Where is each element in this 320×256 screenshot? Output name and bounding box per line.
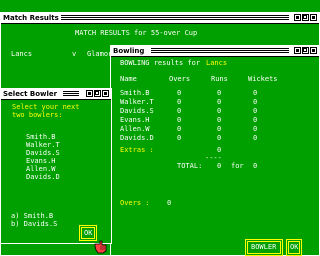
choice-b: b) Davids.S: [11, 220, 58, 228]
match-heading: MATCH RESULTS for 55-over Cup: [75, 29, 198, 37]
table-row: Davids.D 0 0 0: [111, 134, 319, 143]
bowling-team: Lancs: [206, 59, 228, 67]
close-button[interactable]: [102, 90, 109, 97]
minimize-button[interactable]: [86, 90, 93, 97]
extras-label: Extras :: [120, 146, 154, 154]
bowler-overs: 0: [177, 89, 182, 97]
select-ok-button[interactable]: OK: [79, 225, 97, 241]
bowling-table: Smith.B 0 0 0 Walker.T 0 0 0 Davids.S 0 …: [111, 89, 319, 145]
bowling-title: Bowling: [113, 47, 147, 56]
bowler-runs: 0: [217, 89, 222, 97]
bowler-overs: 0: [177, 125, 182, 133]
list-item[interactable]: Davids.D: [26, 173, 60, 182]
bowler-runs: 0: [217, 98, 222, 106]
select-ok-label: OK: [84, 229, 93, 237]
table-row: Evans.H 0 0 0: [111, 116, 319, 125]
table-row: Smith.B 0 0 0: [111, 89, 319, 98]
bowler-wickets: 0: [253, 89, 258, 97]
total-wickets: 0: [253, 162, 258, 170]
pointing-hand-icon: [94, 240, 107, 254]
minimize-button[interactable]: [294, 47, 301, 54]
bowling-window: Bowling BOWLING results for Lancs Name O…: [110, 45, 320, 256]
minimize-button[interactable]: [294, 14, 301, 21]
total-runs: 0: [217, 162, 222, 170]
ok-button-label: OK: [290, 243, 299, 251]
overs-label: Overs :: [120, 199, 150, 207]
table-row: Davids.S 0 0 0: [111, 107, 319, 116]
header-wickets: Wickets: [248, 75, 278, 83]
bowler-overs: 0: [177, 107, 182, 115]
bowling-titlebar[interactable]: Bowling: [111, 46, 319, 57]
select-bowler-window: Select Bowler Select your next two bowle…: [0, 88, 112, 244]
bowler-name: Davids.D: [120, 134, 154, 142]
header-name: Name: [120, 75, 137, 83]
total-label: TOTAL:: [177, 162, 203, 170]
select-bowler-title: Select Bowler: [3, 90, 60, 99]
bowler-overs: 0: [177, 116, 182, 124]
bowling-results-label: BOWLING results for: [120, 59, 201, 67]
bowler-button-label: BOWLER: [251, 243, 277, 251]
bowler-name: Allen.W: [120, 125, 150, 133]
bowler-wickets: 0: [253, 125, 258, 133]
match-results-titlebar[interactable]: Match Results: [1, 13, 319, 24]
maximize-button[interactable]: [302, 14, 309, 21]
total-for-label: for: [231, 162, 244, 170]
select-prompt-line2: two bowlers:: [12, 111, 63, 119]
bowler-runs: 0: [217, 107, 222, 115]
bowler-runs: 0: [217, 116, 222, 124]
table-row: Allen.W 0 0 0: [111, 125, 319, 134]
select-bowler-titlebar[interactable]: Select Bowler: [1, 89, 111, 100]
overs-value: 0: [167, 199, 172, 207]
bowler-overs: 0: [177, 98, 182, 106]
bowler-overs: 0: [177, 134, 182, 142]
bowler-list: Smith.B Walker.T Davids.S Evans.H Allen.…: [26, 133, 96, 187]
maximize-button[interactable]: [302, 47, 309, 54]
close-button[interactable]: [310, 47, 317, 54]
bowler-name: Evans.H: [120, 116, 150, 124]
close-button[interactable]: [310, 14, 317, 21]
bowler-wickets: 0: [253, 98, 258, 106]
maximize-button[interactable]: [94, 90, 101, 97]
ok-button[interactable]: OK: [286, 239, 302, 256]
bowler-name: Smith.B: [120, 89, 150, 97]
bowler-wickets: 0: [253, 116, 258, 124]
bowler-wickets: 0: [253, 134, 258, 142]
bowler-name: Walker.T: [120, 98, 154, 106]
table-row: Walker.T 0 0 0: [111, 98, 319, 107]
bowler-button[interactable]: BOWLER: [245, 239, 283, 256]
bowler-wickets: 0: [253, 107, 258, 115]
header-runs: Runs: [211, 75, 228, 83]
vs-label: v: [72, 50, 77, 58]
team1-label: Lancs: [11, 50, 33, 58]
bowler-runs: 0: [217, 134, 222, 142]
header-overs: Overs: [169, 75, 191, 83]
bowler-name: Davids.S: [120, 107, 154, 115]
bowler-runs: 0: [217, 125, 222, 133]
match-results-title: Match Results: [3, 14, 61, 23]
